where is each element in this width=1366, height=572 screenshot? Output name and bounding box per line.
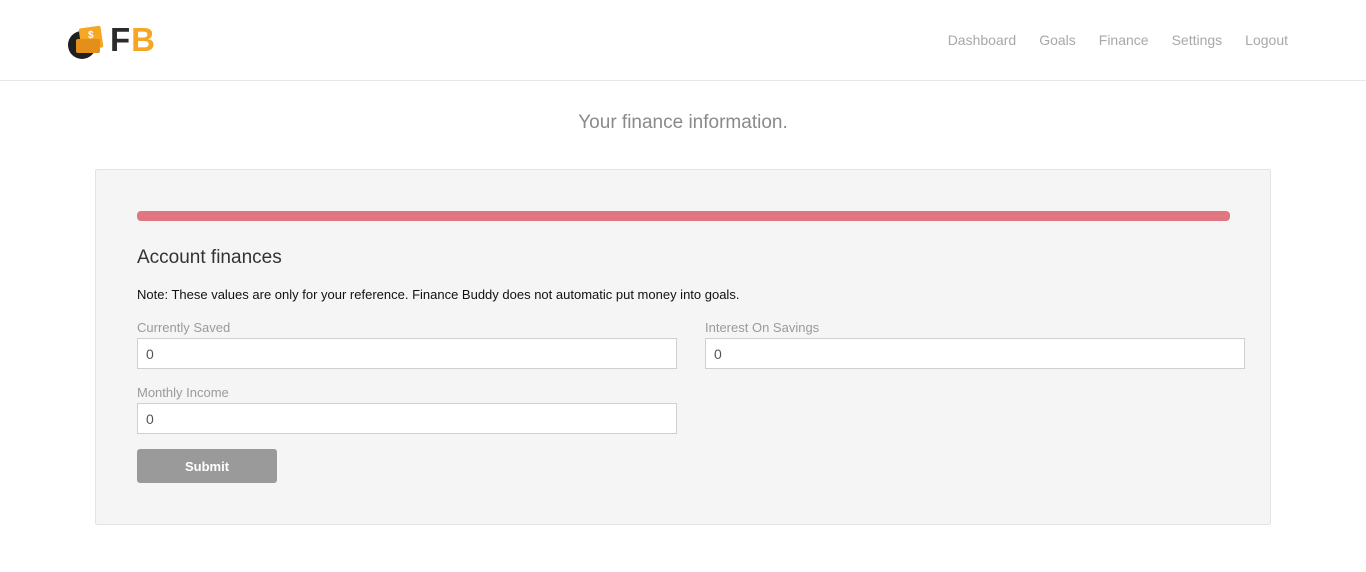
nav-link-logout[interactable]: Logout <box>1245 30 1288 50</box>
brand-name: FB <box>110 18 156 62</box>
currently-saved-input[interactable] <box>137 338 677 369</box>
wallet-coin-icon: $ <box>68 25 104 59</box>
section-title: Account finances <box>137 247 282 268</box>
reference-note: Note: These values are only for your ref… <box>137 287 740 302</box>
nav-link-goals[interactable]: Goals <box>1039 30 1076 50</box>
monthly-income-input[interactable] <box>137 403 677 434</box>
finance-panel: Account finances Note: These values are … <box>95 169 1271 525</box>
svg-text:$: $ <box>88 30 94 41</box>
currently-saved-label: Currently Saved <box>137 320 231 335</box>
progress-bar <box>137 211 1230 221</box>
interest-on-savings-input[interactable] <box>705 338 1245 369</box>
brand-letter-f: F <box>110 21 132 58</box>
page-title: Your finance information. <box>578 112 788 133</box>
nav-link-finance[interactable]: Finance <box>1099 30 1149 50</box>
navbar: $ FB Dashboard Goals Finance Settings Lo… <box>0 0 1366 81</box>
nav-menu: Dashboard Goals Finance Settings Logout <box>925 30 1288 50</box>
nav-link-dashboard[interactable]: Dashboard <box>948 30 1017 50</box>
nav-link-settings[interactable]: Settings <box>1172 30 1223 50</box>
submit-button[interactable]: Submit <box>137 449 277 483</box>
monthly-income-label: Monthly Income <box>137 385 229 400</box>
interest-on-savings-label: Interest On Savings <box>705 320 820 335</box>
brand-logo[interactable]: $ FB <box>66 18 156 62</box>
brand-letter-b: B <box>131 21 157 58</box>
